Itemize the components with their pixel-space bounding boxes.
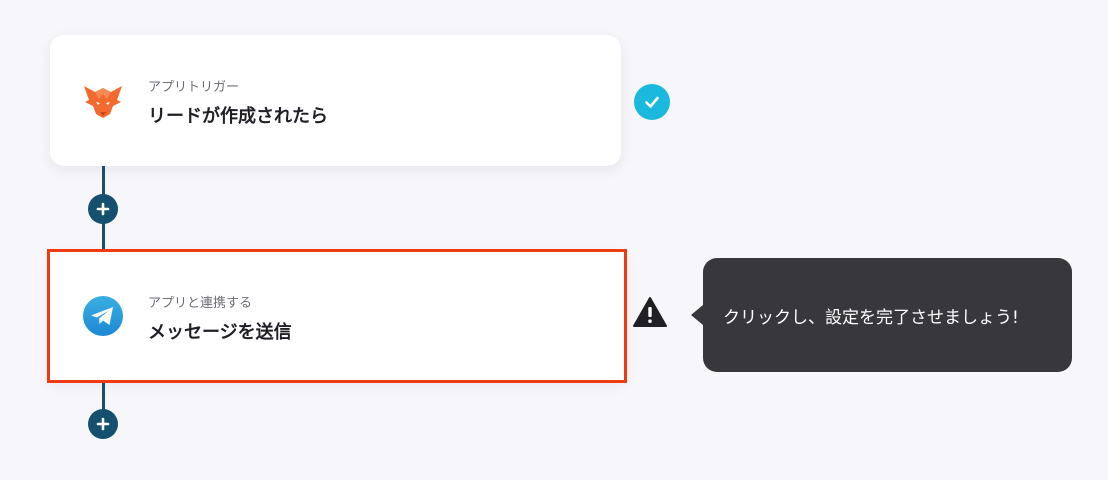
telegram-icon: [83, 296, 123, 336]
check-icon: [645, 96, 659, 108]
add-step-button[interactable]: [88, 194, 118, 224]
step-title: リードが作成されたら: [148, 106, 328, 127]
add-step-button[interactable]: [88, 409, 118, 439]
warning-icon: [633, 297, 667, 327]
setup-tooltip: クリックし、設定を完了させましょう!: [703, 258, 1072, 372]
step-title: メッセージを送信: [148, 322, 292, 343]
flow-editor: { "flow": { "steps": [ { "type_label": "…: [0, 0, 1108, 480]
plus-icon: [96, 202, 110, 216]
flow-connector-line: [102, 381, 105, 411]
step-type-label: アプリトリガー: [148, 80, 240, 95]
tooltip-arrow: [691, 305, 703, 325]
step-type-label: アプリと連携する: [148, 296, 253, 311]
plus-icon: [96, 417, 110, 431]
fox-icon: [84, 85, 122, 118]
step-complete-badge: [634, 84, 670, 120]
action-step-card[interactable]: アプリと連携する メッセージを送信: [50, 252, 624, 380]
trigger-step-card[interactable]: アプリトリガー リードが作成されたら: [50, 35, 621, 166]
